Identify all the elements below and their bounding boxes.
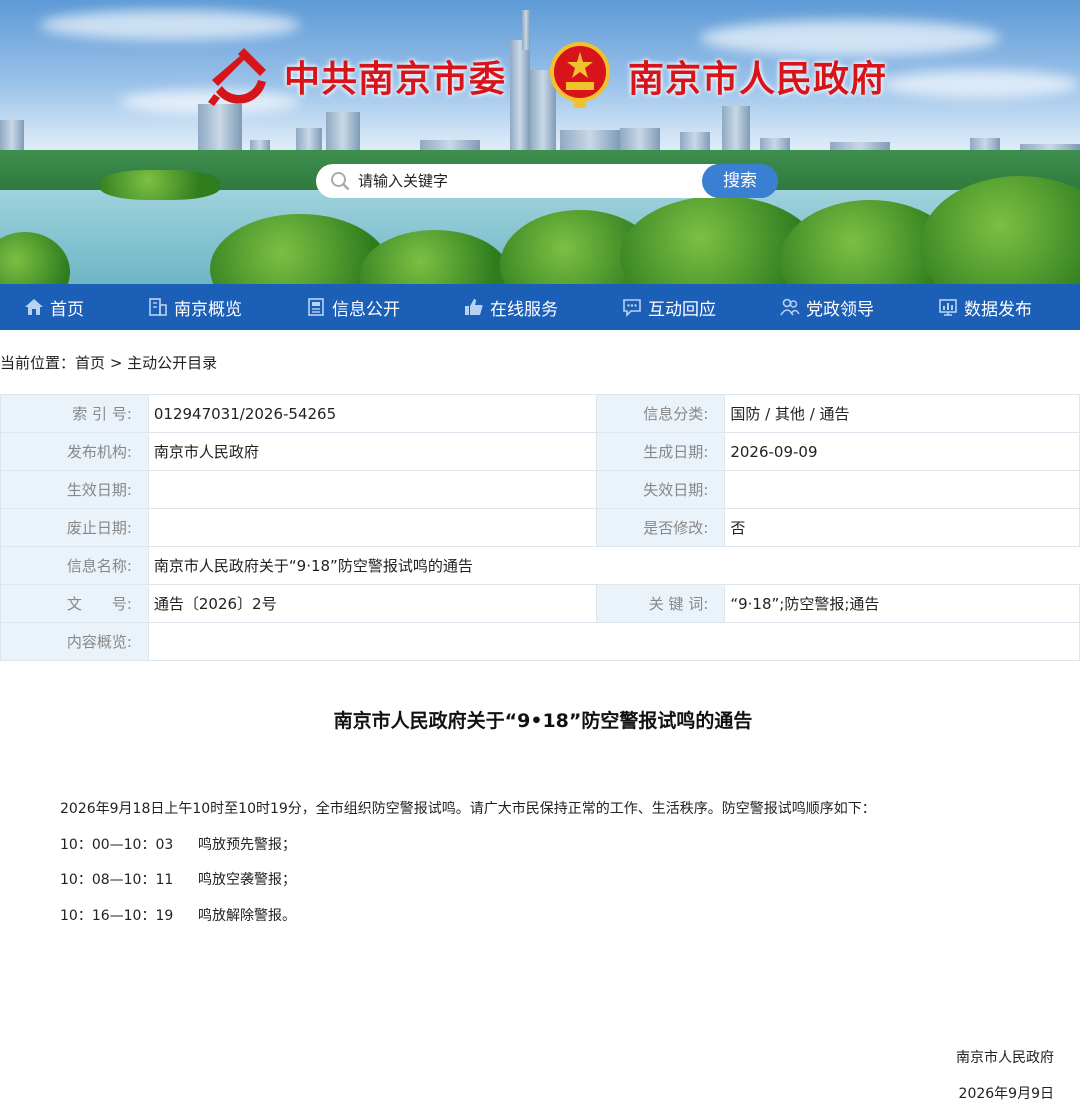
nav-item-info-disclosure[interactable]: 信息公开 — [306, 284, 400, 330]
summary-value — [147, 622, 1080, 661]
article-intro: 2026年9月18日上午10时至10时19分，全市组织防空警报试鸣。请广大市民保… — [60, 801, 876, 817]
schedule-time: 10：16—10：19 — [60, 908, 174, 924]
government-title: 南京市人民政府 — [628, 59, 888, 100]
breadcrumb: 当前位置：首页 > 主动公开目录 — [0, 352, 217, 373]
search-bar: 搜索 — [316, 164, 778, 198]
breadcrumb-prefix: 当前位置： — [0, 354, 76, 372]
metadata-table: 索 引 号: 012947031/2026-54265 信息分类: 国防 / 其… — [0, 394, 1080, 661]
nav-item-interaction[interactable]: 互动回应 — [622, 284, 716, 330]
effective-date-label: 生效日期: — [0, 470, 149, 509]
nav-item-overview[interactable]: 南京概览 — [148, 284, 242, 330]
table-row: 生效日期: 失效日期: — [0, 470, 1080, 509]
summary-label: 内容概览: — [0, 622, 149, 661]
thumbs-up-icon — [465, 299, 483, 315]
document-icon — [308, 298, 324, 316]
index-label: 索 引 号: — [0, 394, 149, 433]
search-button[interactable]: 搜索 — [702, 164, 778, 198]
category-value: 国防 / 其他 / 通告 — [724, 394, 1080, 433]
breadcrumb-home-link[interactable]: 首页 — [75, 354, 105, 372]
table-row: 内容概览: — [0, 622, 1080, 661]
main-nav: 首页 南京概览 信息公开 在线服务 互动回应 党政领导 数据发布 — [0, 284, 1080, 330]
table-row: 废止日期: 是否修改: 否 — [0, 508, 1080, 547]
created-date-value: 2026-09-09 — [724, 432, 1080, 471]
chart-icon — [939, 299, 957, 316]
nav-label: 党政领导 — [806, 299, 874, 320]
publisher-value: 南京市人民政府 — [147, 432, 598, 471]
schedule-text: 鸣放解除警报。 — [198, 908, 296, 924]
schedule-text: 鸣放预先警报； — [198, 837, 296, 853]
index-value: 012947031/2026-54265 — [147, 394, 598, 433]
nav-label: 南京概览 — [174, 299, 242, 320]
nav-item-data-release[interactable]: 数据发布 — [938, 284, 1032, 330]
search-icon — [331, 172, 350, 191]
nav-label: 信息公开 — [332, 299, 400, 320]
breadcrumb-current-link[interactable]: 主动公开目录 — [127, 354, 217, 372]
keywords-label: 关 键 词: — [596, 584, 726, 623]
nav-label: 在线服务 — [490, 299, 558, 320]
party-committee-title: 中共南京市委 — [284, 59, 507, 100]
info-name-value: 南京市人民政府关于“9·18”防空警报试鸣的通告 — [147, 546, 1080, 585]
created-date-label: 生成日期: — [596, 432, 726, 471]
info-name-label: 信息名称: — [0, 546, 149, 585]
modified-label: 是否修改: — [596, 508, 726, 547]
schedule-time: 10：08—10：11 — [60, 872, 174, 888]
expire-date-label: 失效日期: — [596, 470, 726, 509]
table-row: 信息名称: 南京市人民政府关于“9·18”防空警报试鸣的通告 — [0, 546, 1080, 585]
header-banner: 中共南京市委 南京市人民政府 搜索 — [0, 0, 1080, 284]
publisher-label: 发布机构: — [0, 432, 149, 471]
table-row: 文 号: 通告〔2026〕2号 关 键 词: “9·18”;防空警报;通告 — [0, 584, 1080, 623]
people-icon — [780, 298, 800, 316]
national-emblem-icon — [550, 42, 610, 108]
nav-item-leadership[interactable]: 党政领导 — [780, 284, 874, 330]
schedule-item: 10：08—10：11 鸣放空袭警报； — [60, 869, 296, 889]
nav-label: 互动回应 — [648, 299, 716, 320]
search-box — [316, 164, 716, 198]
abolish-date-label: 废止日期: — [0, 508, 149, 547]
table-row: 发布机构: 南京市人民政府 生成日期: 2026-09-09 — [0, 432, 1080, 471]
logo-row: 中共南京市委 南京市人民政府 — [0, 38, 1080, 118]
building-icon — [149, 298, 167, 316]
schedule-text: 鸣放空袭警报； — [198, 872, 296, 888]
doc-number-value: 通告〔2026〕2号 — [147, 584, 598, 623]
category-label: 信息分类: — [596, 394, 726, 433]
keywords-value: “9·18”;防空警报;通告 — [724, 584, 1080, 623]
article-title: 南京市人民政府关于“9•18”防空警报试鸣的通告 — [333, 710, 753, 732]
party-emblem-icon — [208, 48, 266, 106]
doc-number-label: 文 号: — [0, 584, 149, 623]
table-row: 索 引 号: 012947031/2026-54265 信息分类: 国防 / 其… — [0, 394, 1080, 433]
nav-label: 数据发布 — [964, 299, 1032, 320]
breadcrumb-separator: > — [109, 354, 123, 372]
expire-date-value — [724, 470, 1080, 509]
article-signer: 南京市人民政府 — [956, 1050, 1054, 1066]
nav-item-home[interactable]: 首页 — [24, 284, 84, 330]
home-icon — [25, 299, 43, 315]
schedule-time: 10：00—10：03 — [60, 837, 174, 853]
search-input[interactable] — [358, 164, 708, 198]
modified-value: 否 — [724, 508, 1080, 547]
abolish-date-value — [147, 508, 598, 547]
schedule-item: 10：00—10：03 鸣放预先警报； — [60, 834, 296, 854]
nav-label: 首页 — [50, 299, 84, 320]
chat-icon — [623, 299, 641, 317]
article-date: 2026年9月9日 — [958, 1086, 1054, 1102]
effective-date-value — [147, 470, 598, 509]
schedule-item: 10：16—10：19 鸣放解除警报。 — [60, 905, 296, 925]
nav-item-online-service[interactable]: 在线服务 — [464, 284, 558, 330]
